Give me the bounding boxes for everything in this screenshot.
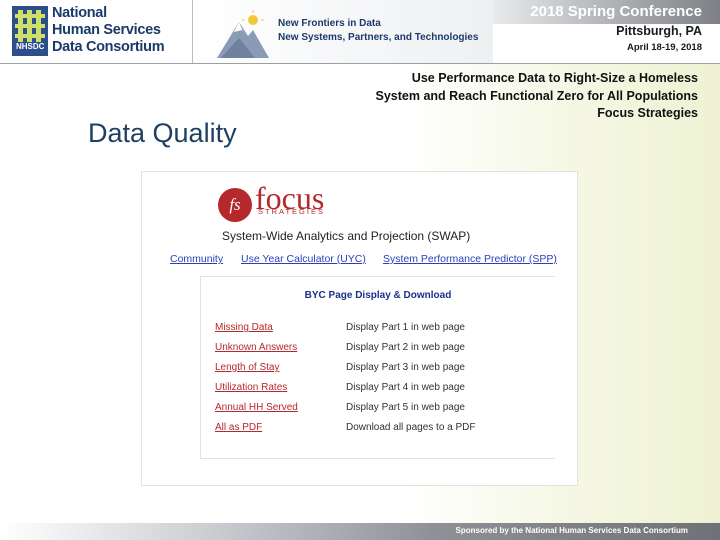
conference-city: Pittsburgh, PA <box>616 24 702 38</box>
link-missing-data[interactable]: Missing Data <box>215 322 273 333</box>
org-name-line2: Human Services <box>52 22 161 38</box>
embedded-screenshot: fs focus STRATEGIES System-Wide Analytic… <box>141 171 578 486</box>
download-panel: BYC Page Display & Download Missing Data… <box>200 276 555 459</box>
link-unknown-answers[interactable]: Unknown Answers <box>215 342 297 353</box>
footer-sponsor-text: Sponsored by the National Human Services… <box>455 526 689 535</box>
org-name-line3: Data Consortium <box>52 39 165 55</box>
app-title: System-Wide Analytics and Projection (SW… <box>222 229 471 243</box>
footer-bar: Sponsored by the National Human Services… <box>0 523 720 540</box>
conference-title: 2018 Spring Conference <box>530 3 702 20</box>
row-action: Display Part 1 in web page <box>346 322 465 333</box>
row-action: Display Part 2 in web page <box>346 342 465 353</box>
nhsdc-logo: NHSDC National Human Services Data Conso… <box>0 0 193 63</box>
nav-link-use-year-calculator[interactable]: Use Year Calculator (UYC) <box>241 253 366 265</box>
focus-logo-icon: fs <box>218 188 252 222</box>
link-length-of-stay[interactable]: Length of Stay <box>215 362 280 373</box>
link-all-as-pdf[interactable]: All as PDF <box>215 422 262 433</box>
subtitle-line1: Use Performance Data to Right-Size a Hom… <box>411 71 698 85</box>
nav-link-community[interactable]: Community <box>170 253 223 265</box>
link-annual-hh-served[interactable]: Annual HH Served <box>215 402 298 413</box>
org-name-line1: National <box>52 5 107 21</box>
mountain-icon <box>217 10 269 58</box>
subtitle-line3: Focus Strategies <box>597 106 698 120</box>
nav-link-system-performance-predictor[interactable]: System Performance Predictor (SPP) <box>383 253 557 265</box>
panel-title: BYC Page Display & Download <box>304 290 452 301</box>
conference-dates: April 18-19, 2018 <box>627 42 702 53</box>
row-action: Display Part 5 in web page <box>346 402 465 413</box>
tagline-primary: New Frontiers in Data <box>278 18 381 29</box>
slide-title: Data Quality <box>88 118 237 148</box>
logo-tag: NHSDC <box>14 42 47 51</box>
subtitle-line2: System and Reach Functional Zero for All… <box>375 88 699 103</box>
focus-logo-sub: STRATEGIES <box>258 207 325 216</box>
row-action: Download all pages to a PDF <box>346 422 476 433</box>
link-utilization-rates[interactable]: Utilization Rates <box>215 382 287 393</box>
slide-subtitle: Use Performance Data to Right-Size a Hom… <box>298 70 699 123</box>
header-banner: NHSDC National Human Services Data Conso… <box>0 0 720 64</box>
row-action: Display Part 3 in web page <box>346 362 465 373</box>
row-action: Display Part 4 in web page <box>346 382 465 393</box>
tagline-secondary: New Systems, Partners, and Technologies <box>278 32 479 43</box>
